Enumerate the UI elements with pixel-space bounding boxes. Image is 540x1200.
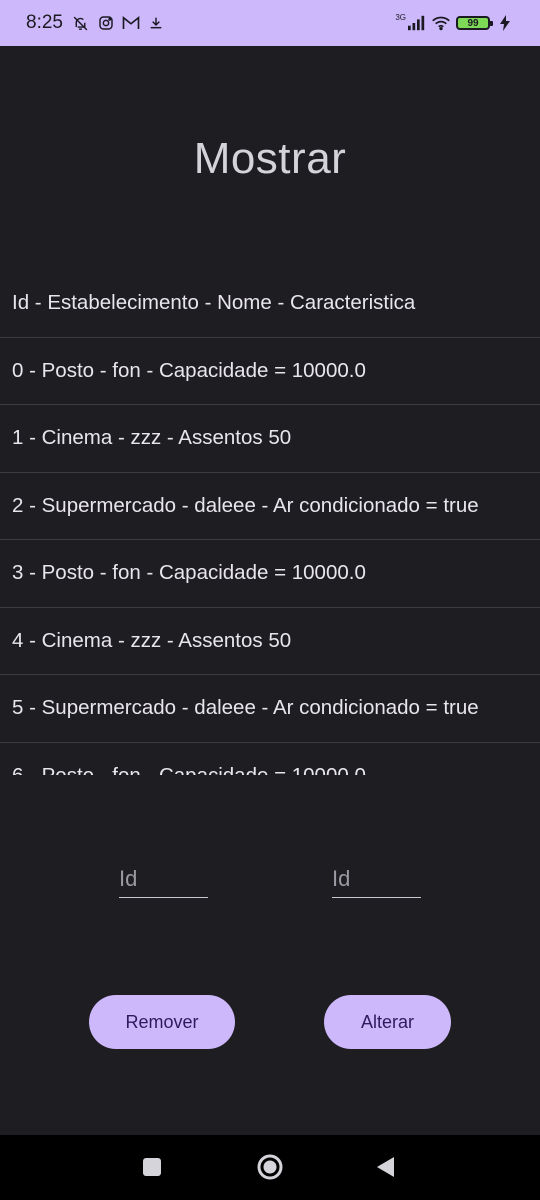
status-bar: 8:25 3G 99 <box>0 0 540 46</box>
network-type: 3G <box>395 12 406 22</box>
navigation-bar <box>0 1135 540 1200</box>
wifi-icon <box>432 14 450 32</box>
list-item[interactable]: 5 - Supermercado - daleee - Ar condicion… <box>0 675 540 743</box>
list-item[interactable]: 6 - Posto - fon - Capacidade = 10000.0 <box>0 743 540 775</box>
bell-off-icon <box>72 14 90 32</box>
battery-level: 99 <box>467 17 479 29</box>
list-item[interactable]: 2 - Supermercado - daleee - Ar condicion… <box>0 473 540 540</box>
establishment-list[interactable]: Id - Estabelecimento - Nome - Caracteris… <box>0 270 540 775</box>
id-input-alter[interactable]: Id <box>332 858 421 898</box>
download-icon <box>147 14 165 32</box>
list-header[interactable]: Id - Estabelecimento - Nome - Caracteris… <box>0 270 540 338</box>
alter-button[interactable]: Alterar <box>324 995 451 1049</box>
gmail-icon <box>122 14 140 32</box>
remove-button[interactable]: Remover <box>89 995 235 1049</box>
screen: 8:25 3G 99 Mostrar Id - Estabelecimento … <box>0 0 540 1200</box>
page-title: Mostrar <box>193 134 347 183</box>
id-input-placeholder: Id <box>119 865 138 891</box>
list-item[interactable]: 4 - Cinema - zzz - Assentos 50 <box>0 608 540 675</box>
instagram-icon <box>97 14 115 32</box>
recents-icon[interactable] <box>142 1157 162 1177</box>
back-icon[interactable] <box>374 1155 398 1179</box>
status-bar-left: 8:25 <box>26 12 165 34</box>
home-icon[interactable] <box>256 1153 284 1181</box>
list-item[interactable]: 3 - Posto - fon - Capacidade = 10000.0 <box>0 540 540 608</box>
list-item[interactable]: 0 - Posto - fon - Capacidade = 10000.0 <box>0 338 540 405</box>
status-bar-right: 3G 99 <box>395 12 514 32</box>
id-input-remove[interactable]: Id <box>119 858 208 898</box>
signal-icon <box>408 14 426 32</box>
battery-icon: 99 <box>456 16 493 30</box>
id-input-placeholder: Id <box>332 865 351 891</box>
status-time: 8:25 <box>26 12 63 33</box>
charging-icon <box>496 14 514 32</box>
list-item[interactable]: 1 - Cinema - zzz - Assentos 50 <box>0 405 540 473</box>
